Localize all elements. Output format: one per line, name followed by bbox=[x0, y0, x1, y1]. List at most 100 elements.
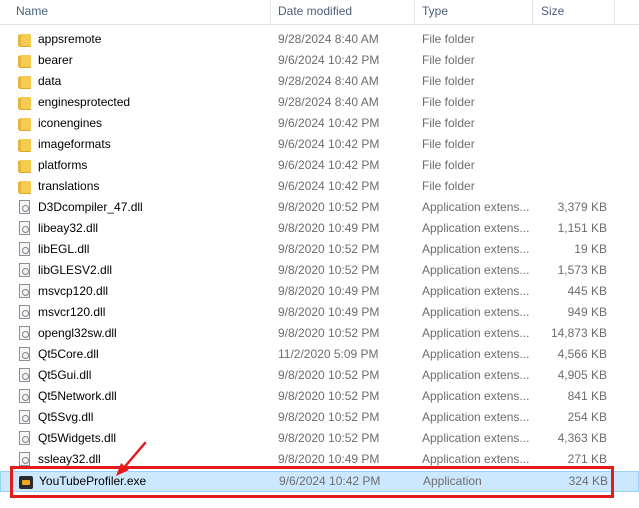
file-type: File folder bbox=[422, 95, 475, 109]
file-date-modified: 9/8/2020 10:52 PM bbox=[278, 410, 380, 424]
dll-file-icon bbox=[17, 368, 33, 383]
file-row[interactable]: msvcp120.dll 9/8/2020 10:49 PM Application… bbox=[0, 281, 639, 302]
file-date-modified: 9/8/2020 10:52 PM bbox=[278, 368, 380, 382]
file-type: Application extens... bbox=[422, 326, 530, 340]
file-date-modified: 9/8/2020 10:52 PM bbox=[278, 389, 380, 403]
file-type: Application extens... bbox=[422, 389, 530, 403]
dll-file-icon bbox=[17, 452, 33, 467]
red-highlight-box bbox=[10, 466, 614, 498]
file-date-modified: 9/6/2024 10:42 PM bbox=[278, 179, 380, 193]
file-name: opengl32sw.dll bbox=[38, 326, 117, 340]
file-size: 1,151 KB bbox=[557, 221, 607, 235]
file-type: File folder bbox=[422, 116, 475, 130]
file-type: Application extens... bbox=[422, 221, 530, 235]
folder-icon bbox=[17, 74, 33, 89]
file-size: 445 KB bbox=[567, 284, 607, 298]
file-name: D3Dcompiler_47.dll bbox=[38, 200, 143, 214]
file-size bbox=[540, 71, 607, 92]
file-date-modified: 9/8/2020 10:52 PM bbox=[278, 200, 380, 214]
file-row[interactable]: D3Dcompiler_47.dll 9/8/2020 10:52 PM Appli… bbox=[0, 197, 639, 218]
file-type: File folder bbox=[422, 137, 475, 151]
file-type: Application extens... bbox=[422, 347, 530, 361]
column-divider[interactable] bbox=[414, 0, 415, 24]
file-row[interactable]: libeay32.dll 9/8/2020 10:49 PM Application… bbox=[0, 218, 639, 239]
dll-file-icon bbox=[17, 431, 33, 446]
column-divider[interactable] bbox=[532, 0, 533, 24]
file-row[interactable]: Qt5Gui.dll 9/8/2020 10:52 PM Application e… bbox=[0, 365, 639, 386]
file-type: Application extens... bbox=[422, 431, 530, 445]
file-type: Application extens... bbox=[422, 410, 530, 424]
file-date-modified: 9/8/2020 10:49 PM bbox=[278, 305, 380, 319]
file-size: 4,905 KB bbox=[557, 368, 607, 382]
file-type: File folder bbox=[422, 53, 475, 67]
file-name: Qt5Core.dll bbox=[38, 347, 99, 361]
column-header-type[interactable]: Type bbox=[416, 0, 532, 24]
file-row[interactable]: libGLESV2.dll 9/8/2020 10:52 PM Applicatio… bbox=[0, 260, 639, 281]
file-name: libeay32.dll bbox=[38, 221, 99, 235]
file-type: File folder bbox=[422, 179, 475, 193]
column-divider[interactable] bbox=[614, 0, 615, 24]
folder-icon bbox=[17, 158, 33, 173]
dll-file-icon bbox=[17, 326, 33, 341]
file-size: 14,873 KB bbox=[550, 326, 607, 340]
file-size: 1,573 KB bbox=[557, 263, 607, 277]
file-row[interactable]: Qt5Svg.dll 9/8/2020 10:52 PM Application e… bbox=[0, 407, 639, 428]
file-name: Qt5Network.dll bbox=[38, 389, 117, 403]
file-row[interactable]: Qt5Core.dll 11/2/2020 5:09 PM Application … bbox=[0, 344, 639, 365]
file-name: Qt5Gui.dll bbox=[38, 368, 92, 382]
dll-file-icon bbox=[17, 410, 33, 425]
file-row[interactable]: platforms 9/6/2024 10:42 PM File folder bbox=[0, 155, 639, 176]
dll-file-icon bbox=[17, 263, 33, 278]
folder-icon bbox=[17, 95, 33, 110]
dll-file-icon bbox=[17, 284, 33, 299]
file-name: iconengines bbox=[38, 116, 103, 130]
file-name: libEGL.dll bbox=[38, 242, 90, 256]
file-name: translations bbox=[38, 179, 100, 193]
file-name: Qt5Widgets.dll bbox=[38, 431, 117, 445]
file-name: libGLESV2.dll bbox=[38, 263, 113, 277]
file-row[interactable]: Qt5Network.dll 9/8/2020 10:52 PM Applicati… bbox=[0, 386, 639, 407]
file-type: File folder bbox=[422, 74, 475, 88]
file-type: File folder bbox=[422, 32, 475, 46]
file-date-modified: 9/8/2020 10:52 PM bbox=[278, 431, 380, 445]
file-date-modified: 9/28/2024 8:40 AM bbox=[278, 32, 379, 46]
file-row[interactable]: opengl32sw.dll 9/8/2020 10:52 PM Applicati… bbox=[0, 323, 639, 344]
file-size bbox=[540, 92, 607, 113]
column-header-size[interactable]: Size bbox=[535, 0, 615, 24]
file-name: appsremote bbox=[38, 32, 102, 46]
file-row[interactable]: msvcr120.dll 9/8/2020 10:49 PM Application… bbox=[0, 302, 639, 323]
file-row[interactable]: data 9/28/2024 8:40 AM File folder bbox=[0, 71, 639, 92]
file-size bbox=[540, 155, 607, 176]
file-type: File folder bbox=[422, 158, 475, 172]
dll-file-icon bbox=[17, 242, 33, 257]
folder-icon bbox=[17, 116, 33, 131]
file-size bbox=[540, 176, 607, 197]
file-size: 841 KB bbox=[567, 389, 607, 403]
column-divider[interactable] bbox=[270, 0, 271, 24]
red-arrow-icon bbox=[116, 441, 147, 476]
folder-icon bbox=[17, 137, 33, 152]
file-size bbox=[540, 134, 607, 155]
file-date-modified: 9/8/2020 10:52 PM bbox=[278, 326, 380, 340]
file-row[interactable]: imageformats 9/6/2024 10:42 PM File folder bbox=[0, 134, 639, 155]
file-name: msvcr120.dll bbox=[38, 305, 106, 319]
file-date-modified: 9/6/2024 10:42 PM bbox=[278, 116, 380, 130]
folder-icon bbox=[17, 179, 33, 194]
file-date-modified: 11/2/2020 5:09 PM bbox=[278, 347, 379, 361]
file-date-modified: 9/8/2020 10:52 PM bbox=[278, 242, 380, 256]
column-header-date[interactable]: Date modified bbox=[272, 0, 414, 24]
file-name: enginesprotected bbox=[38, 95, 131, 109]
file-row[interactable]: bearer 9/6/2024 10:42 PM File folder bbox=[0, 50, 639, 71]
column-header-name[interactable]: Name bbox=[10, 0, 270, 24]
file-size: 254 KB bbox=[567, 410, 607, 424]
file-date-modified: 9/6/2024 10:42 PM bbox=[278, 137, 380, 151]
file-size bbox=[540, 113, 607, 134]
file-row[interactable]: Qt5Widgets.dll 9/8/2020 10:52 PM Applicati… bbox=[0, 428, 639, 449]
file-date-modified: 9/6/2024 10:42 PM bbox=[278, 158, 380, 172]
folder-icon bbox=[17, 53, 33, 68]
file-row[interactable]: libEGL.dll 9/8/2020 10:52 PM Application e… bbox=[0, 239, 639, 260]
file-row[interactable]: translations 9/6/2024 10:42 PM File folder bbox=[0, 176, 639, 197]
file-row[interactable]: appsremote 9/28/2024 8:40 AM File folder bbox=[0, 29, 639, 50]
file-row[interactable]: iconengines 9/6/2024 10:42 PM File folder bbox=[0, 113, 639, 134]
file-row[interactable]: enginesprotected 9/28/2024 8:40 AM File fo… bbox=[0, 92, 639, 113]
